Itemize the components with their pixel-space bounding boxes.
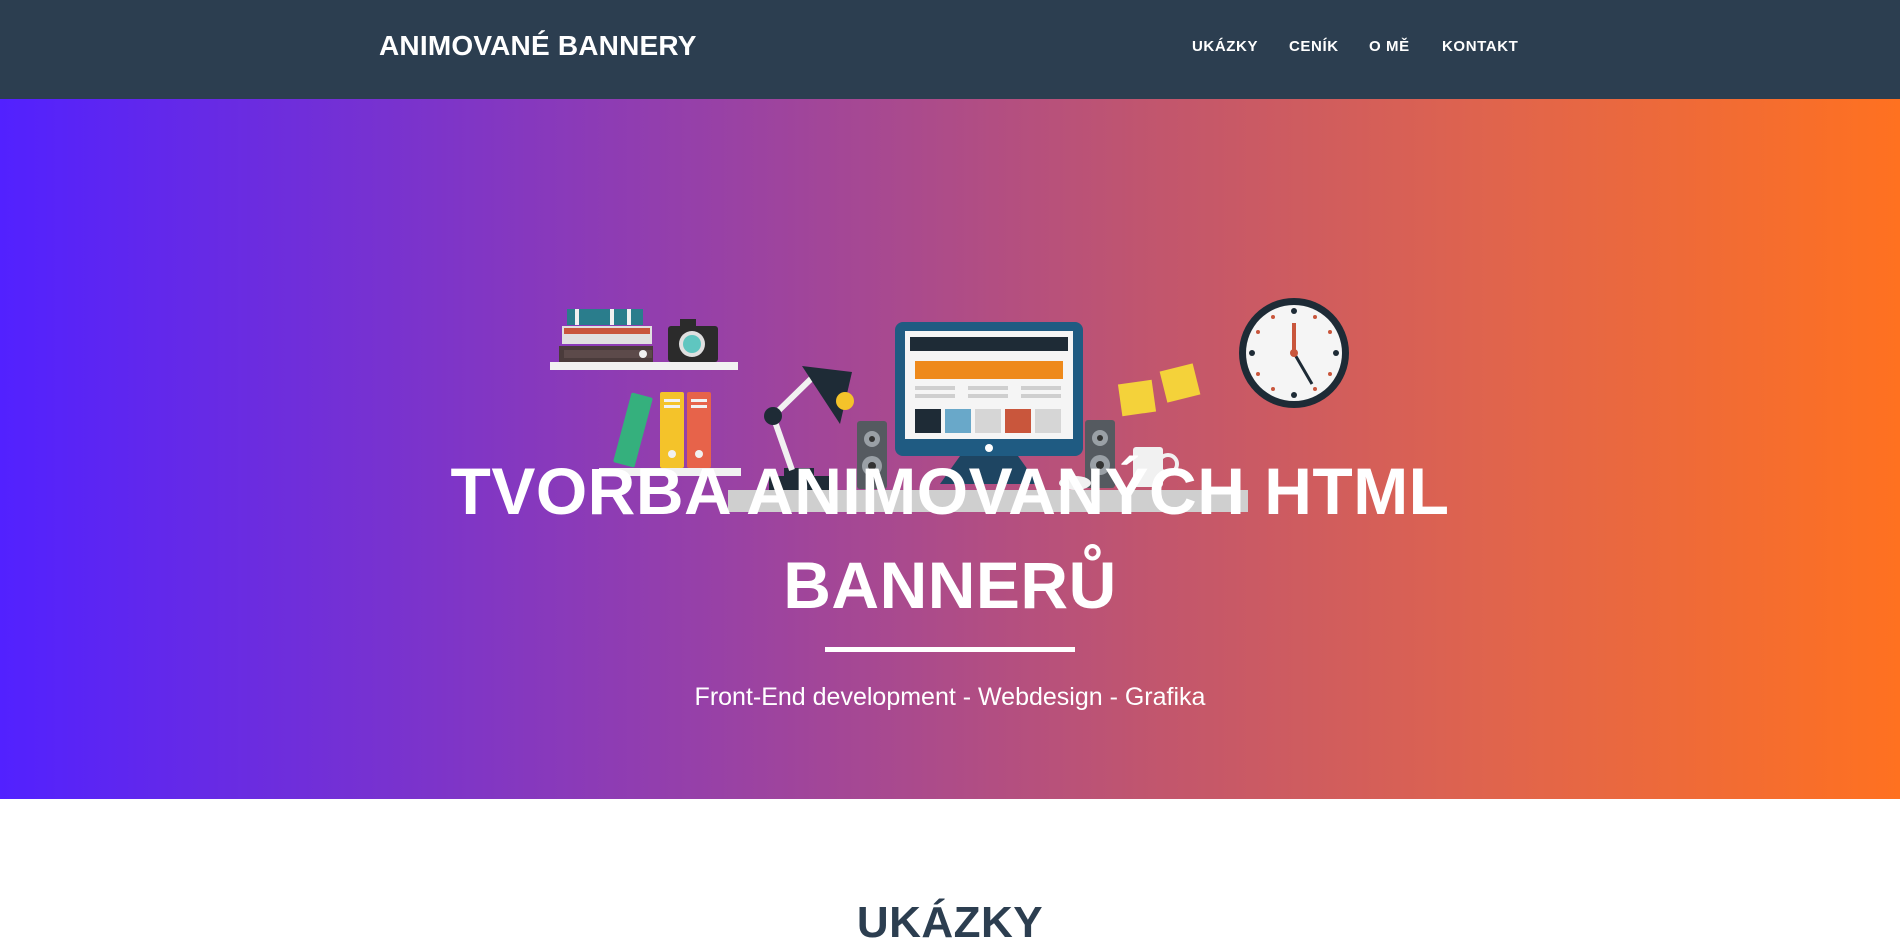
hero-section: TVORBA ANIMOVANÝCH HTML BANNERŮ Front-En… — [0, 99, 1900, 799]
hero-title-line1: TVORBA ANIMOVANÝCH HTML — [450, 454, 1450, 528]
hero-subtitle: Front-End development - Webdesign - Graf… — [694, 683, 1206, 711]
gallery-section-heading: UKÁZKY — [856, 898, 1044, 947]
hero-title: TVORBA ANIMOVANÝCH HTML BANNERŮ — [350, 444, 1550, 632]
navbar: ANIMOVANÉ BANNERY UKÁZKY CENÍK O MĚ KONT… — [0, 0, 1900, 99]
sticky-notes-icon — [1117, 363, 1201, 417]
nav-menu: UKÁZKY CENÍK O MĚ KONTAKT — [0, 38, 1900, 62]
nav-link-o-me[interactable]: O MĚ — [1369, 38, 1410, 55]
hero-divider — [825, 647, 1075, 652]
nav-link-ukazky[interactable]: UKÁZKY — [1192, 38, 1258, 55]
wall-clock-icon — [1239, 298, 1349, 408]
nav-link-kontakt[interactable]: KONTAKT — [1442, 38, 1518, 55]
nav-link-cenik[interactable]: CENÍK — [1289, 38, 1339, 55]
hero-title-line2: BANNERŮ — [783, 548, 1117, 622]
camera-icon — [668, 319, 718, 362]
